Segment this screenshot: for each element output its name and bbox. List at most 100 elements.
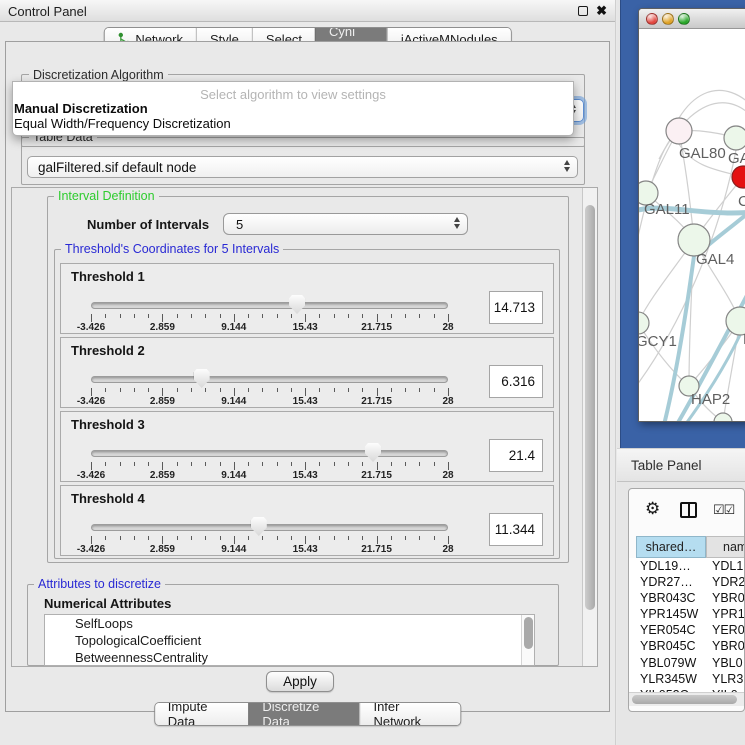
network-canvas[interactable]: GAL80GACGAL11GAL4GCY1HHAP2 (639, 29, 745, 422)
tick-label: -3.426 (77, 322, 105, 333)
table-panel-title: Table Panel (631, 449, 702, 482)
tick-mark (220, 462, 221, 466)
node-label-gal11: GAL11 (644, 201, 690, 218)
table-data-combobox[interactable]: galFiltered.sif default node (27, 156, 578, 178)
threshold-value-field[interactable]: 11.344 (489, 513, 543, 546)
tick-mark (134, 536, 135, 540)
tab-discretize-data[interactable]: Discretize Data (248, 703, 359, 725)
tab-infer-network[interactable]: Infer Network (359, 703, 460, 725)
tick-mark (334, 388, 335, 392)
network-node[interactable] (724, 126, 745, 150)
slider-track[interactable] (91, 302, 448, 309)
cell-shared-name: YBR043C (640, 590, 696, 606)
network-window[interactable]: GAL80GACGAL11GAL4GCY1HHAP2 (638, 8, 745, 422)
numerical-attributes-list[interactable]: SelfLoopsTopologicalCoefficientBetweenne… (44, 614, 535, 666)
minimize-traffic-icon[interactable] (662, 13, 674, 25)
vertical-scrollbar-thumb[interactable] (585, 205, 595, 610)
tick-mark (434, 314, 435, 318)
number-of-intervals-spinner[interactable]: 5 (223, 213, 468, 235)
zoom-traffic-icon[interactable] (678, 13, 690, 25)
split-columns-icon[interactable] (680, 502, 697, 518)
tick-mark (277, 314, 278, 318)
list-scrollbar-thumb[interactable] (524, 617, 533, 649)
slider-ticks (91, 388, 448, 396)
tick-mark (419, 314, 420, 318)
slider-track[interactable] (91, 524, 448, 531)
cell-name: YLR3 (712, 671, 743, 687)
slider-thumb[interactable] (251, 517, 267, 536)
slider-thumb[interactable] (365, 443, 381, 462)
close-traffic-icon[interactable] (646, 13, 658, 25)
cell-shared-name: YPR145W (640, 606, 698, 622)
tick-mark (391, 388, 392, 392)
cell-shared-name: YBL079W (640, 655, 696, 671)
table-row[interactable]: YPR145WYPR1 (629, 606, 745, 622)
tick-label: 28 (442, 544, 453, 555)
dropdown-item-equal-width-frequency[interactable]: Equal Width/Frequency Discretization (13, 116, 573, 131)
checkbox-icons[interactable]: ☑☑ (713, 502, 734, 518)
threshold-rows: Threshold 1-3.4262.8599.14415.4321.71528… (60, 263, 554, 559)
control-panel: Control Panel ✖ NetworkStyleSelectCyni T… (0, 0, 616, 745)
table-row[interactable]: YBR045CYBR0 (629, 638, 745, 654)
slider-track[interactable] (91, 450, 448, 457)
gear-icon[interactable]: ⚙ (645, 499, 660, 519)
column-header-name[interactable]: name (706, 536, 745, 558)
dropdown-item-manual-discretization[interactable]: Manual Discretization (13, 101, 573, 116)
list-item-topologicalcoefficient[interactable]: TopologicalCoefficient (45, 632, 534, 649)
discretization-algorithm-legend: Discretization Algorithm (29, 68, 168, 82)
slider-thumb[interactable] (194, 369, 210, 388)
cell-name: YDR2 (712, 574, 745, 590)
tick-labels: -3.4262.8599.14415.4321.71528 (91, 470, 448, 482)
table-row[interactable]: YDR27…YDR2 (629, 574, 745, 590)
tick-mark (262, 462, 263, 466)
table-row[interactable]: YBR043CYBR0 (629, 590, 745, 606)
apply-button[interactable]: Apply (266, 671, 334, 692)
threshold-value-field[interactable]: 6.316 (489, 365, 543, 398)
cell-name: YER0 (712, 622, 745, 638)
network-node[interactable] (639, 312, 649, 334)
network-node[interactable] (714, 413, 732, 422)
tick-mark (162, 388, 163, 396)
slider-thumb[interactable] (289, 295, 305, 314)
tick-mark (348, 388, 349, 392)
tick-mark (348, 314, 349, 318)
slider-track[interactable] (91, 376, 448, 383)
threshold-value-field[interactable]: 21.4 (489, 439, 543, 472)
column-header-shared-[interactable]: shared… (636, 536, 706, 558)
network-node[interactable] (732, 166, 745, 188)
spinner-stepper-icon[interactable] (454, 217, 460, 229)
table-row[interactable]: YBL079WYBL0 (629, 655, 745, 671)
combo-stepper-icon[interactable] (564, 160, 570, 172)
node-label-gcy1: GCY1 (639, 333, 677, 350)
threshold-label: Threshold 4 (71, 491, 145, 506)
tick-mark (177, 462, 178, 466)
list-item-betweennesscentrality[interactable]: BetweennessCentrality (45, 649, 534, 666)
slider-ticks (91, 536, 448, 544)
close-icon[interactable]: ✖ (596, 2, 607, 20)
table-row[interactable]: YDL19…YDL1 (629, 558, 745, 574)
tick-labels: -3.4262.8599.14415.4321.71528 (91, 544, 448, 556)
tick-mark (205, 314, 206, 318)
horizontal-scrollbar-thumb[interactable] (632, 695, 737, 704)
list-scrollbar[interactable] (521, 615, 534, 665)
table-header: shared…name (629, 536, 745, 558)
tick-label: 21.715 (361, 544, 392, 555)
tick-mark (334, 536, 335, 540)
list-item-selfloops[interactable]: SelfLoops (45, 615, 534, 632)
horizontal-scrollbar[interactable] (629, 692, 745, 706)
tick-mark (319, 314, 320, 318)
tick-mark (162, 314, 163, 322)
float-window-icon[interactable] (578, 6, 588, 16)
tab-impute-data[interactable]: Impute Data (155, 703, 249, 725)
tick-mark (419, 536, 420, 540)
tick-mark (91, 462, 92, 470)
tick-mark (234, 462, 235, 470)
network-window-titlebar[interactable] (639, 9, 745, 29)
threshold-value-field[interactable]: 14.713 (489, 291, 543, 324)
vertical-scrollbar[interactable] (582, 188, 597, 666)
tick-label: 9.144 (221, 322, 246, 333)
network-node[interactable] (666, 118, 692, 144)
tick-label: 15.43 (293, 470, 318, 481)
table-row[interactable]: YER054CYER0 (629, 622, 745, 638)
table-row[interactable]: YLR345WYLR3 (629, 671, 745, 687)
